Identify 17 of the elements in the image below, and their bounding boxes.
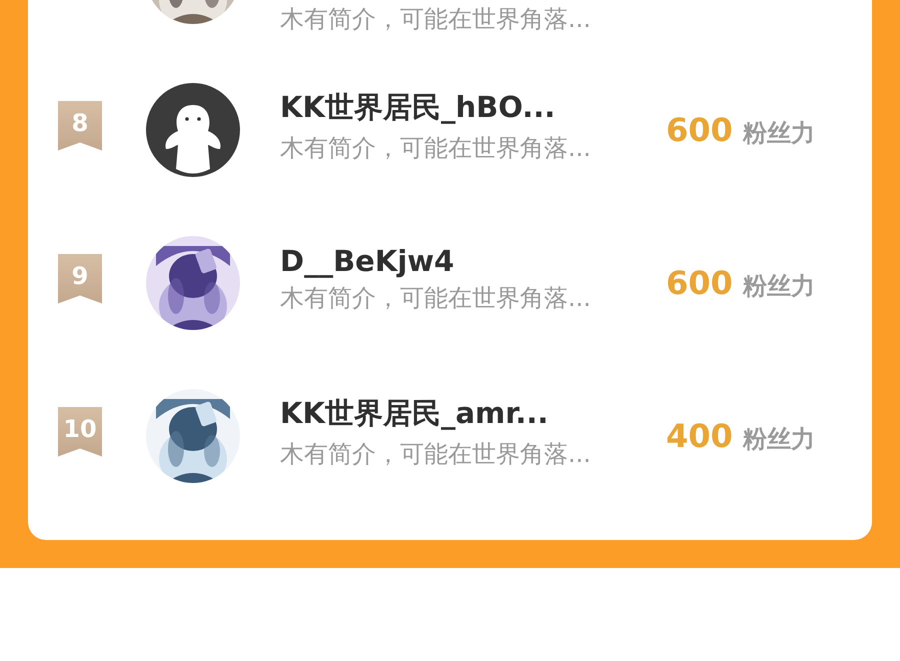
score-unit: 粉丝力 — [742, 270, 815, 302]
user-bio: 木有简介，可能在世界角落... — [280, 282, 592, 314]
rank-badge: 8 — [58, 100, 102, 150]
score-unit: 粉丝力 — [742, 424, 815, 454]
avatar-icon — [146, 82, 240, 176]
rank-badge: 9 — [58, 254, 102, 304]
user-name: KK世界居民_amr... — [280, 394, 550, 432]
fan-score: 400 — [666, 416, 733, 454]
user-name: D__BeKjw4 — [280, 244, 456, 278]
user-bio: 木有简介，可能在世界角落... — [280, 132, 592, 164]
rank-badge: 10 — [58, 406, 102, 456]
score-unit: 粉丝力 — [742, 118, 815, 148]
user-name: KK世界居民_hBO... — [280, 88, 556, 126]
fan-score: 600 — [666, 264, 733, 302]
fan-score: 600 — [666, 110, 733, 148]
user-bio: 木有简介，可能在世界角落... — [280, 438, 592, 470]
user-bio: 木有简介，可能在世界角落... — [280, 4, 592, 34]
